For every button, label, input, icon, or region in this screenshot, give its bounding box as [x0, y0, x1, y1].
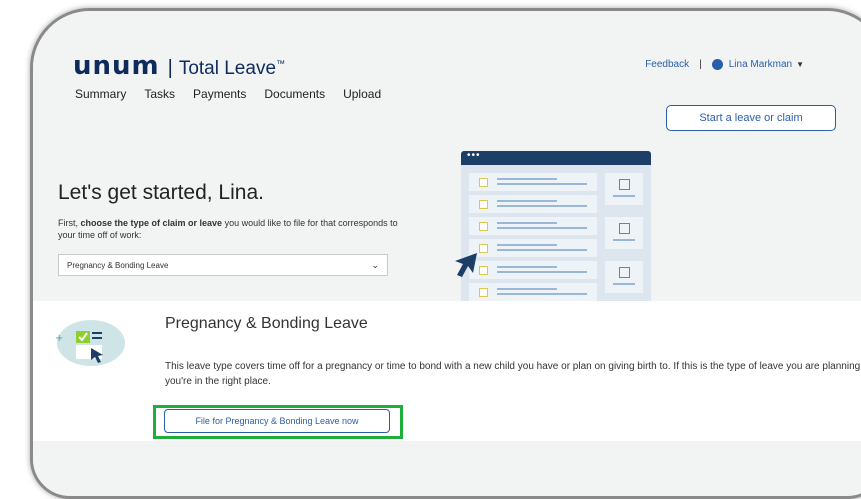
pointer-arrow-icon	[455, 253, 477, 277]
nav-summary[interactable]: Summary	[75, 87, 126, 101]
claim-type-select[interactable]: Pregnancy & Bonding Leave ⌄	[58, 254, 388, 276]
illustration-card	[605, 173, 643, 205]
header-utility: Feedback | Lina Markman ▼	[645, 59, 804, 70]
nav-documents[interactable]: Documents	[264, 87, 325, 101]
nav-tasks[interactable]: Tasks	[144, 87, 175, 101]
feedback-link[interactable]: Feedback	[645, 59, 689, 70]
logo-separator: |	[167, 57, 173, 79]
unum-logo[interactable]: unum | Total Leave™	[73, 51, 285, 81]
leave-type-title: Pregnancy & Bonding Leave	[165, 315, 368, 332]
leave-type-description: This leave type covers time off for a pr…	[165, 361, 861, 387]
product-name: Total Leave™	[179, 58, 285, 80]
illustration-card	[605, 217, 643, 249]
file-leave-button[interactable]: File for Pregnancy & Bonding Leave now	[164, 409, 390, 433]
illustration-row	[469, 283, 597, 301]
checklist-illustration: •••	[461, 151, 651, 301]
window-dots-icon: •••	[467, 150, 481, 161]
hero-section: unum | Total Leave™ Feedback | Lina Mark…	[33, 11, 861, 301]
illustration-row	[469, 195, 597, 213]
illustration-row	[469, 173, 597, 191]
logo-wordmark: unum	[73, 51, 160, 81]
illustration-row	[469, 261, 597, 279]
illustration-card	[605, 261, 643, 293]
intro-instructions: First, choose the type of claim or leave…	[58, 217, 398, 241]
nav-payments[interactable]: Payments	[193, 87, 246, 101]
caret-down-icon[interactable]: ▼	[796, 60, 804, 69]
greeting-heading: Let's get started, Lina.	[58, 181, 264, 204]
illustration-row	[469, 217, 597, 235]
main-nav: Summary Tasks Payments Documents Upload	[75, 87, 381, 101]
product-name-text: Total Leave	[178, 58, 277, 79]
browser-frame: unum | Total Leave™ Feedback | Lina Mark…	[30, 8, 861, 499]
header-separator: |	[699, 59, 702, 70]
illustration-body	[461, 165, 651, 301]
illustration-row	[469, 239, 597, 257]
user-menu[interactable]: Lina Markman	[729, 59, 792, 70]
svg-text:+: +	[55, 333, 63, 344]
intro-bold: choose the type of claim or leave	[80, 218, 223, 228]
user-circle-icon	[711, 59, 723, 70]
checklist-cursor-icon: +	[55, 320, 125, 366]
leave-details-section: + Pregnancy & Bonding Leave This leave t…	[33, 301, 861, 441]
intro-prefix: First,	[58, 218, 81, 228]
trademark: ™	[276, 58, 286, 69]
illustration-titlebar: •••	[461, 151, 651, 165]
chevron-down-icon: ⌄	[371, 259, 379, 270]
footer-area	[33, 441, 861, 496]
start-leave-button[interactable]: Start a leave or claim	[666, 105, 836, 131]
nav-upload[interactable]: Upload	[343, 87, 381, 101]
claim-type-value: Pregnancy & Bonding Leave	[67, 260, 169, 270]
